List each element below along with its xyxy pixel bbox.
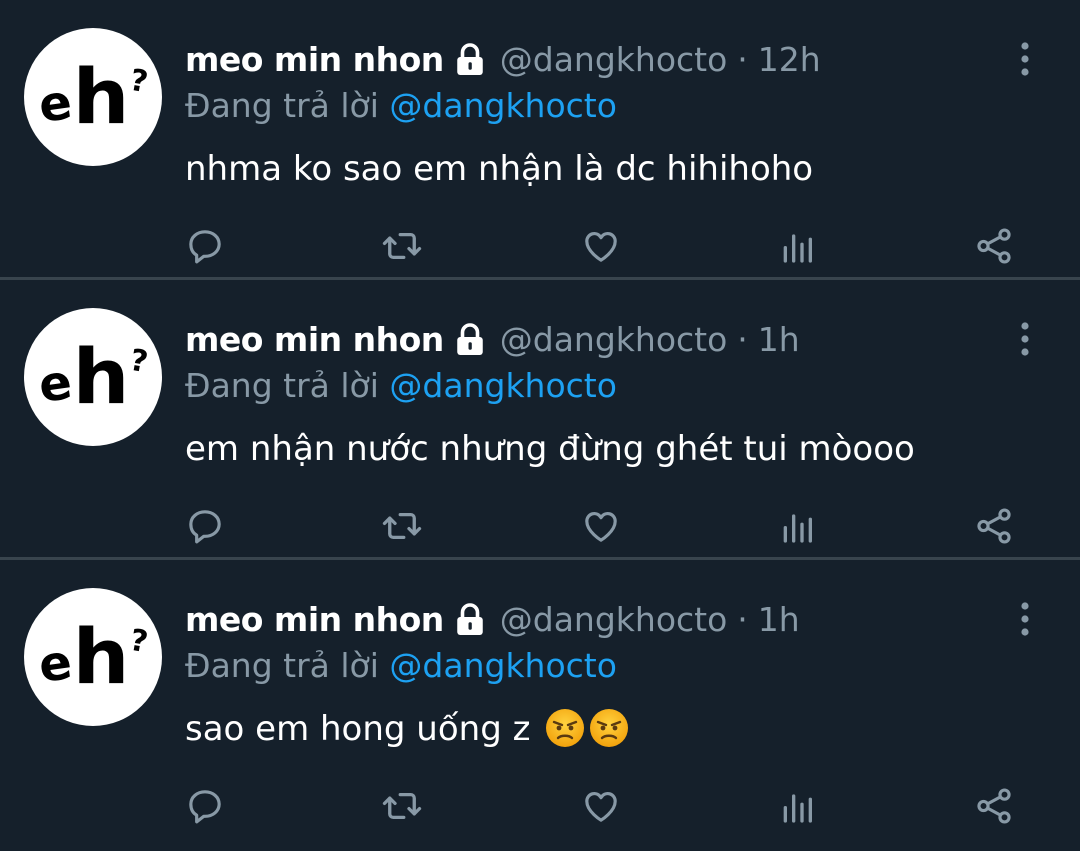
lock-icon	[452, 322, 488, 358]
retweet-icon[interactable]	[378, 502, 426, 550]
tweet-text-content: em nhận nước nhưng đừng ghét tui mòooo	[185, 429, 915, 469]
avatar-letter: h	[72, 52, 129, 141]
tweet[interactable]: e h? meo min nhon @dangkhocto · 1h Đang t…	[0, 280, 1080, 560]
timestamp[interactable]: 1h	[758, 598, 800, 642]
more-vertical-icon[interactable]	[1010, 322, 1040, 356]
reply-icon[interactable]	[181, 782, 229, 830]
like-icon[interactable]	[577, 782, 625, 830]
avatar[interactable]: e h?	[24, 28, 162, 166]
reply-icon[interactable]	[181, 222, 229, 270]
username[interactable]: @dangkhocto	[500, 318, 728, 362]
avatar[interactable]: e h?	[24, 588, 162, 726]
timestamp[interactable]: 1h	[758, 318, 800, 362]
reply-prefix: Đang trả lời	[185, 86, 379, 125]
lock-icon	[452, 602, 488, 638]
avatar-letter: h	[72, 332, 129, 421]
reply-context: Đang trả lời @dangkhocto	[185, 364, 617, 408]
retweet-icon[interactable]	[378, 782, 426, 830]
tweet-text-content: nhma ko sao em nhận là dc hihihoho	[185, 149, 814, 189]
share-icon[interactable]	[970, 502, 1018, 550]
avatar-letter: e	[35, 74, 76, 134]
avatar-letter: e	[35, 354, 76, 414]
share-icon[interactable]	[970, 222, 1018, 270]
display-name[interactable]: meo min nhon	[185, 598, 444, 642]
avatar-letter: h	[72, 612, 129, 701]
like-icon[interactable]	[577, 222, 625, 270]
reply-context: Đang trả lời @dangkhocto	[185, 84, 617, 128]
reply-mention[interactable]: @dangkhocto	[389, 646, 617, 685]
tweet-actions	[185, 502, 1022, 552]
lock-icon	[452, 42, 488, 78]
reply-icon[interactable]	[181, 502, 229, 550]
angry-face-emoji	[590, 708, 629, 747]
avatar-letter: ?	[126, 622, 151, 661]
reply-mention[interactable]: @dangkhocto	[389, 366, 617, 405]
analytics-icon[interactable]	[773, 502, 821, 550]
reply-prefix: Đang trả lời	[185, 646, 379, 685]
display-name[interactable]: meo min nhon	[185, 318, 444, 362]
angry-face-emoji	[546, 708, 585, 747]
timestamp[interactable]: 12h	[758, 38, 821, 82]
reply-mention[interactable]: @dangkhocto	[389, 86, 617, 125]
tweet-text: em nhận nước nhưng đừng ghét tui mòooo	[185, 426, 915, 472]
avatar-letter: ?	[126, 62, 151, 101]
tweet-header: meo min nhon @dangkhocto · 12h	[185, 38, 1000, 82]
display-name[interactable]: meo min nhon	[185, 38, 444, 82]
avatar-letter: e	[35, 634, 76, 694]
avatar[interactable]: e h?	[24, 308, 162, 446]
more-vertical-icon[interactable]	[1010, 42, 1040, 76]
tweet-text: nhma ko sao em nhận là dc hihihoho	[185, 146, 813, 192]
username[interactable]: @dangkhocto	[500, 38, 728, 82]
share-icon[interactable]	[970, 782, 1018, 830]
tweet-header: meo min nhon @dangkhocto · 1h	[185, 598, 1000, 642]
more-vertical-icon[interactable]	[1010, 602, 1040, 636]
analytics-icon[interactable]	[773, 782, 821, 830]
separator-dot: ·	[737, 320, 748, 359]
reply-prefix: Đang trả lời	[185, 366, 379, 405]
separator-dot: ·	[737, 40, 748, 79]
tweet-actions	[185, 222, 1022, 272]
separator-dot: ·	[737, 600, 748, 639]
like-icon[interactable]	[577, 502, 625, 550]
avatar-letter: ?	[126, 342, 151, 381]
retweet-icon[interactable]	[378, 222, 426, 270]
tweet-text-content: sao em hong uống z	[185, 709, 531, 749]
tweet[interactable]: e h? meo min nhon @dangkhocto · 12h Đang …	[0, 0, 1080, 280]
tweet[interactable]: e h? meo min nhon @dangkhocto · 1h Đang t…	[0, 560, 1080, 840]
analytics-icon[interactable]	[773, 222, 821, 270]
reply-context: Đang trả lời @dangkhocto	[185, 644, 617, 688]
tweet-header: meo min nhon @dangkhocto · 1h	[185, 318, 1000, 362]
tweet-text: sao em hong uống z	[185, 706, 629, 752]
tweet-actions	[185, 782, 1022, 832]
username[interactable]: @dangkhocto	[500, 598, 728, 642]
